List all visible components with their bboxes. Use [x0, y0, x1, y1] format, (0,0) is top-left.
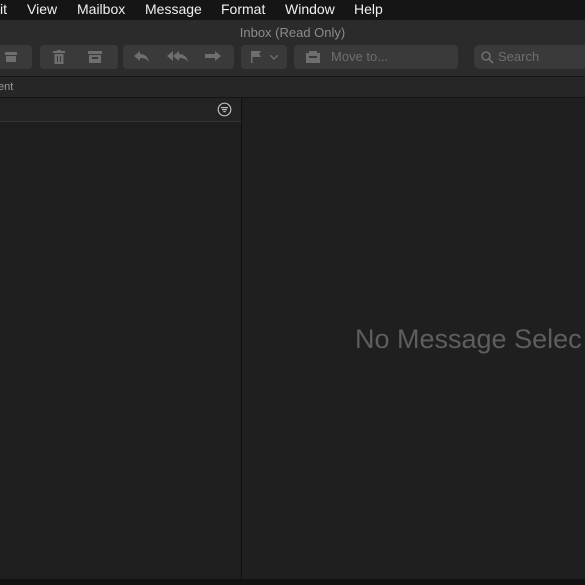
filter-icon[interactable] [217, 102, 232, 117]
message-viewer-pane: No Message Selec [243, 98, 585, 579]
menu-bar: it View Mailbox Message Format Window He… [0, 0, 585, 20]
no-message-selected-text: No Message Selec [355, 324, 582, 354]
menu-mailbox[interactable]: Mailbox [77, 1, 125, 17]
menu-view[interactable]: View [27, 1, 57, 17]
search-icon [481, 51, 494, 64]
envelope-tray-icon [5, 52, 17, 62]
reply-all-icon[interactable] [167, 51, 189, 63]
menu-message[interactable]: Message [145, 1, 202, 17]
window-toolbar: Inbox (Read Only) Move to... Search [0, 20, 585, 77]
trash-icon[interactable] [53, 50, 65, 64]
menu-help[interactable]: Help [354, 1, 383, 17]
window-bottom-edge [0, 579, 585, 585]
window-title: Inbox (Read Only) [239, 25, 346, 40]
message-list-header [0, 98, 241, 122]
forward-icon[interactable] [205, 51, 221, 63]
menu-format[interactable]: Format [221, 1, 265, 17]
reply-icon[interactable] [134, 51, 150, 63]
menu-window[interactable]: Window [285, 1, 335, 17]
get-mail-button[interactable] [0, 45, 32, 69]
search-placeholder: Search [498, 49, 540, 64]
delete-junk-group [40, 45, 118, 69]
reply-group [123, 45, 234, 69]
message-list-pane [0, 98, 242, 579]
flag-icon [251, 51, 261, 63]
junk-tray-icon[interactable] [88, 51, 102, 63]
chevron-down-icon [270, 55, 278, 60]
favorite-item-sent[interactable]: ent [0, 81, 13, 93]
move-to-label: Move to... [331, 49, 389, 64]
mailbox-icon [306, 51, 320, 63]
favorites-bar: ent [0, 77, 585, 98]
menu-edit[interactable]: it [0, 1, 7, 17]
flag-button[interactable] [241, 45, 287, 69]
search-field[interactable]: Search [474, 45, 585, 69]
move-to-button[interactable]: Move to... [294, 45, 458, 69]
